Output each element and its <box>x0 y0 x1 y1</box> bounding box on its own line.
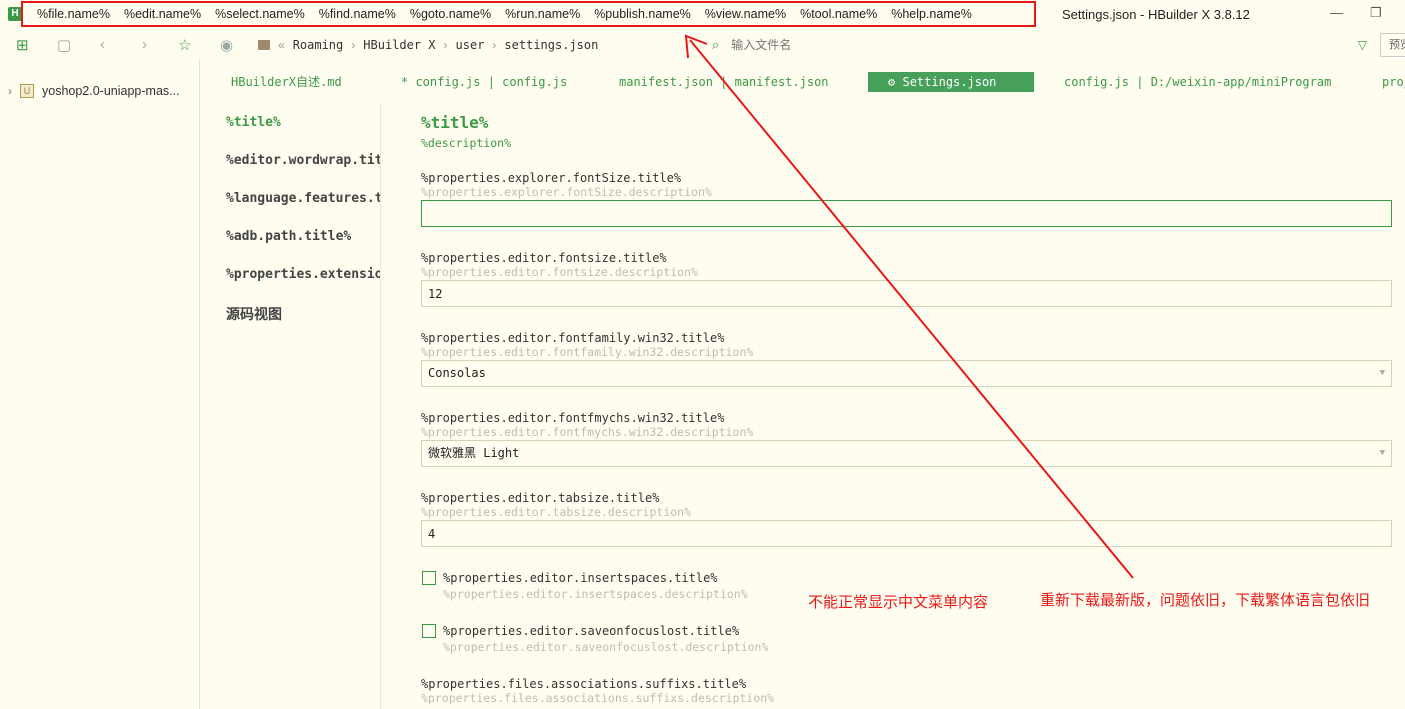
run-icon[interactable]: ◉ <box>220 36 233 54</box>
editor-fontfmychs-select[interactable]: 微软雅黑 Light ▼ <box>421 440 1392 467</box>
explorer-fontsize-input[interactable] <box>421 200 1392 227</box>
menu-bar: %file.name% %edit.name% %select.name% %f… <box>21 1 1036 27</box>
settings-description: %description% <box>421 136 512 150</box>
file-search: ⌕ ▽ <box>712 34 1367 56</box>
minimize-button[interactable]: — <box>1330 5 1343 20</box>
breadcrumb-prefix: « <box>278 38 285 52</box>
tab-config-js-miniprogram[interactable]: config.js | D:/weixin-app/miniProgram <box>1064 72 1331 92</box>
menu-view[interactable]: %view.name% <box>705 7 786 21</box>
saveonfocuslost-description: %properties.editor.saveonfocuslost.descr… <box>443 640 769 654</box>
tab-manifest-json[interactable]: manifest.json | manifest.json <box>619 72 829 92</box>
window-title: Settings.json - HBuilder X 3.8.12 <box>1062 7 1250 22</box>
saveonfocuslost-title: %properties.editor.saveonfocuslost.title… <box>443 624 740 638</box>
menu-tool[interactable]: %tool.name% <box>800 7 877 21</box>
editor-fontfamily-value: Consolas <box>428 366 486 380</box>
filter-icon[interactable]: ▽ <box>1358 38 1367 52</box>
settings-nav: %title% %editor.wordwrap.title% %languag… <box>201 104 381 709</box>
gear-icon: ⚙ <box>888 75 896 89</box>
back-icon[interactable]: ‹ <box>100 36 105 53</box>
menu-find[interactable]: %find.name% <box>319 7 396 21</box>
title-bar: H %file.name% %edit.name% %select.name% … <box>0 0 1405 30</box>
editor-fontfmychs-description: %properties.editor.fontfmychs.win32.desc… <box>421 425 754 439</box>
tab-settings-label: Settings.json <box>902 75 997 89</box>
editor-fontsize-title: %properties.editor.fontsize.title% <box>421 251 667 265</box>
chevron-right-icon: › <box>492 38 497 52</box>
settings-nav-extensions[interactable]: %properties.extensions.title% <box>226 267 380 282</box>
insertspaces-checkbox[interactable] <box>422 571 436 585</box>
chevron-right-icon: › <box>351 38 356 52</box>
project-name: yoshop2.0-uniapp-mas... <box>42 84 180 98</box>
editor-fontfmychs-value: 微软雅黑 Light <box>428 446 520 460</box>
settings-nav-language-features[interactable]: %language.features.title% <box>226 191 380 206</box>
annotation-note-redownload: 重新下载最新版，问题依旧，下载繁体语言包依旧 <box>1040 592 1371 609</box>
settings-nav-wordwrap[interactable]: %editor.wordwrap.title% <box>226 153 380 168</box>
editor-fontfamily-select[interactable]: Consolas ▼ <box>421 360 1392 387</box>
editor-tabs: HBuilderX自述.md * config.js | config.js m… <box>201 60 1405 104</box>
menu-goto[interactable]: %goto.name% <box>410 7 491 21</box>
insertspaces-description: %properties.editor.insertspaces.descript… <box>443 587 748 601</box>
dropdown-arrow-icon: ▼ <box>1379 448 1385 458</box>
settings-nav-title[interactable]: %title% <box>226 115 281 130</box>
editor-fontfmychs-title: %properties.editor.fontfmychs.win32.titl… <box>421 411 725 425</box>
insertspaces-title: %properties.editor.insertspaces.title% <box>443 571 718 585</box>
breadcrumb-item[interactable]: settings.json <box>504 38 598 52</box>
editor-tabsize-input[interactable] <box>421 520 1392 547</box>
files-associations-description: %properties.files.associations.suffixs.d… <box>421 691 775 705</box>
preview-button[interactable]: 预览 <box>1380 33 1405 57</box>
tab-hbuilderx-readme[interactable]: HBuilderX自述.md <box>231 72 342 92</box>
file-search-icon: ⌕ <box>712 37 720 52</box>
settings-form: %title% %description% %properties.explor… <box>421 104 1396 709</box>
forward-icon[interactable]: › <box>142 36 147 53</box>
chevron-right-icon: › <box>443 38 448 52</box>
editor-fontfamily-title: %properties.editor.fontfamily.win32.titl… <box>421 331 725 345</box>
editor-fontsize-description: %properties.editor.fontsize.description% <box>421 265 698 279</box>
uniapp-project-icon: U <box>20 84 34 98</box>
menu-publish[interactable]: %publish.name% <box>594 7 691 21</box>
save-icon[interactable]: ▢ <box>57 36 71 54</box>
restore-button[interactable]: ❐ <box>1370 5 1382 21</box>
project-explorer: › U yoshop2.0-uniapp-mas... <box>0 60 200 709</box>
new-file-icon[interactable]: ⊞ <box>16 36 29 54</box>
settings-title: %title% <box>421 113 489 132</box>
folder-icon <box>258 40 270 50</box>
editor-fontfamily-description: %properties.editor.fontfamily.win32.desc… <box>421 345 754 359</box>
menu-help[interactable]: %help.name% <box>891 7 972 21</box>
menu-file[interactable]: %file.name% <box>37 7 110 21</box>
tab-config-js[interactable]: * config.js | config.js <box>401 72 567 92</box>
explorer-fontsize-title: %properties.explorer.fontSize.title% <box>421 171 682 185</box>
star-icon[interactable]: ☆ <box>178 36 191 54</box>
toolbar: ⊞ ▢ ‹ › ☆ ◉ « Roaming › HBuilder X › use… <box>0 30 1405 60</box>
editor-tabsize-description: %properties.editor.tabsize.description% <box>421 505 692 519</box>
app-logo-icon: H <box>8 7 22 21</box>
tab-settings-json[interactable]: ⚙ Settings.json <box>868 72 1034 92</box>
annotation-note-menu: 不能正常显示中文菜单内容 <box>808 594 989 611</box>
menu-select[interactable]: %select.name% <box>215 7 305 21</box>
chevron-right-icon[interactable]: › <box>8 84 12 98</box>
saveonfocuslost-checkbox[interactable] <box>422 624 436 638</box>
breadcrumb-item[interactable]: HBuilder X <box>363 38 435 52</box>
file-search-input[interactable] <box>731 38 1312 52</box>
tab-proj[interactable]: proj <box>1382 72 1405 92</box>
breadcrumb: « Roaming › HBuilder X › user › settings… <box>258 34 698 56</box>
explorer-fontsize-description: %properties.explorer.fontSize.descriptio… <box>421 185 712 199</box>
breadcrumb-item[interactable]: user <box>456 38 485 52</box>
breadcrumb-item[interactable]: Roaming <box>293 38 344 52</box>
settings-nav-adb-path[interactable]: %adb.path.title% <box>226 229 351 244</box>
editor-fontsize-input[interactable] <box>421 280 1392 307</box>
editor-tabsize-title: %properties.editor.tabsize.title% <box>421 491 660 505</box>
menu-edit[interactable]: %edit.name% <box>124 7 201 21</box>
project-tree-item[interactable]: › U yoshop2.0-uniapp-mas... <box>8 84 180 98</box>
files-associations-title: %properties.files.associations.suffixs.t… <box>421 677 747 691</box>
settings-nav-source-view[interactable]: 源码视图 <box>226 304 282 324</box>
dropdown-arrow-icon: ▼ <box>1379 368 1385 378</box>
menu-run[interactable]: %run.name% <box>505 7 580 21</box>
